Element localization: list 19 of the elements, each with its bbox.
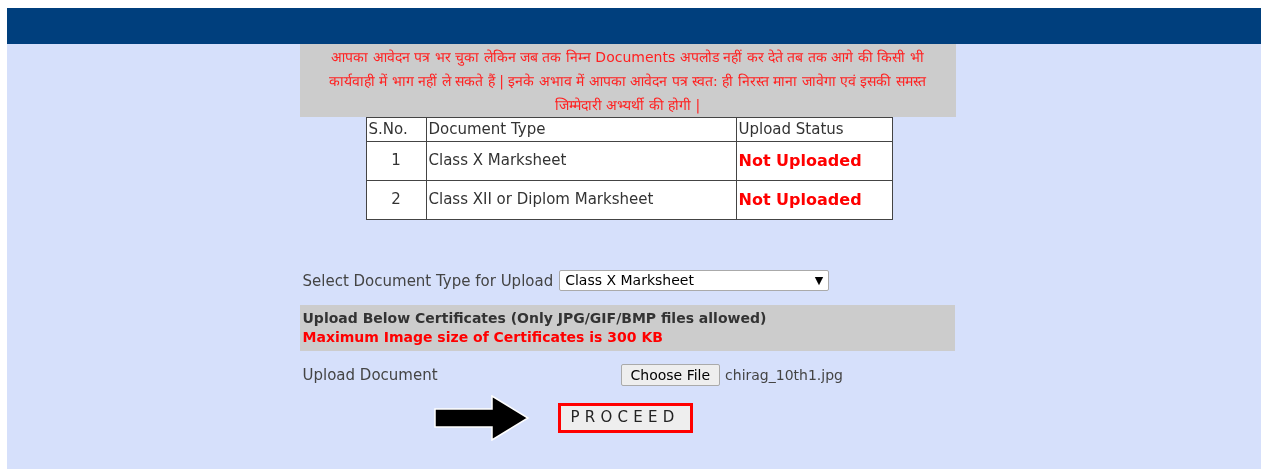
proceed-button[interactable]: PROCEED	[557, 402, 693, 433]
upload-label: Upload Document	[302, 365, 439, 386]
status-cell: Not Uploaded	[736, 180, 892, 219]
arrow-icon	[433, 394, 530, 441]
status-cell: Not Uploaded	[736, 141, 892, 180]
notice-text: आपका आवेदन पत्र भर चुका लेकिन जब तक निम्न Documents अपलोड नहीं कर देते तब तक आगे की किसी भी कार्यवाही में भाग नहीं ले सकते हैं | इनके अभाव में आपका आवेदन पत्र स्वत: ही निरस्त माना जावेगा एवं इसकी समस्त जिम्मेदारी अभ्यर्थी की होगी |	[299, 44, 956, 117]
document-type-select[interactable]: Class X Marksheet ▼	[559, 270, 830, 292]
column-header: Upload Status	[736, 117, 892, 141]
size-warning: Maximum Image size of Certificates is 300 KB	[302, 328, 664, 347]
choose-file-button[interactable]: Choose File	[620, 364, 721, 387]
column-header: S.No.	[366, 117, 426, 141]
file-name: chirag_10th1.jpg	[725, 365, 843, 385]
info-title: Upload Below Certificates (Only JPG/GIF/BMP files allowed)	[302, 309, 768, 328]
select-label: Select Document Type for Upload	[302, 270, 554, 292]
table-cell: 1	[366, 141, 426, 180]
table-cell: Class XII or Diplom Marksheet	[426, 180, 736, 219]
table-cell: Class X Marksheet	[426, 141, 736, 180]
table-cell: 2	[366, 180, 426, 219]
column-header: Document Type	[426, 117, 736, 141]
